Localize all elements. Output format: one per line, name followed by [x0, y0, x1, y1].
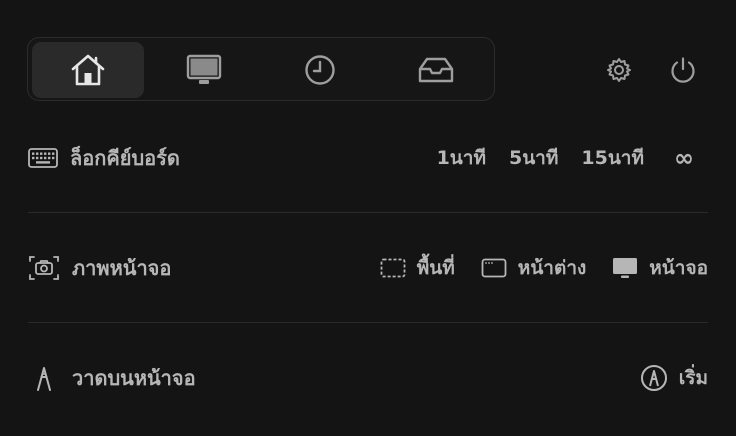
tab-home[interactable]	[32, 42, 144, 98]
monitor-icon	[186, 54, 222, 84]
draw-start-button[interactable]: เริ่ม	[640, 363, 708, 393]
tab-display[interactable]	[148, 42, 260, 98]
keyboard-lock-label: ล็อกคีย์บอร์ด	[70, 146, 180, 170]
pen-icon	[37, 367, 51, 391]
screenshot-row: ภาพหน้าจอ พื้นที่ หน้าต่าง หน้าจอ	[28, 238, 708, 298]
capture-area-label: พื้นที่	[416, 257, 455, 279]
clock-icon	[305, 55, 335, 85]
gear-icon	[607, 58, 631, 82]
divider	[28, 322, 708, 323]
capture-screen-label: หน้าจอ	[649, 257, 708, 279]
screenshot-label: ภาพหน้าจอ	[72, 256, 172, 280]
duration-5min-button[interactable]: 5นาที	[509, 143, 558, 173]
draw-label: วาดบนหน้าจอ	[72, 366, 196, 390]
keyboard-lock-row: ล็อกคีย์บอร์ด 1นาที 5นาที 15นาที ∞	[28, 128, 708, 188]
duration-15min-button[interactable]: 15นาที	[581, 143, 644, 173]
capture-window-button[interactable]: หน้าต่าง	[481, 253, 586, 283]
inbox-icon	[418, 57, 454, 83]
power-icon	[671, 57, 695, 83]
capture-area-button[interactable]: พื้นที่	[380, 253, 455, 283]
draw-start-label: เริ่ม	[678, 367, 708, 389]
camera-icon	[29, 256, 59, 280]
capture-window-label: หน้าต่าง	[517, 257, 587, 279]
home-icon	[71, 54, 105, 86]
monitor-icon	[613, 258, 638, 278]
duration-1min-button[interactable]: 1นาที	[437, 143, 486, 173]
duration-infinite-button[interactable]: ∞	[674, 144, 694, 172]
tab-history[interactable]	[264, 42, 376, 98]
power-button[interactable]	[665, 52, 701, 88]
window-icon	[481, 258, 507, 278]
tab-inbox[interactable]	[380, 42, 492, 98]
keyboard-icon	[28, 148, 58, 168]
tab-bar	[27, 37, 495, 101]
divider	[28, 212, 708, 213]
draw-row: วาดบนหน้าจอ เริ่ม	[28, 348, 708, 408]
dashed-area-icon	[380, 258, 406, 278]
pen-circle-icon	[640, 365, 667, 391]
settings-button[interactable]	[601, 52, 637, 88]
capture-screen-button[interactable]: หน้าจอ	[612, 253, 708, 283]
